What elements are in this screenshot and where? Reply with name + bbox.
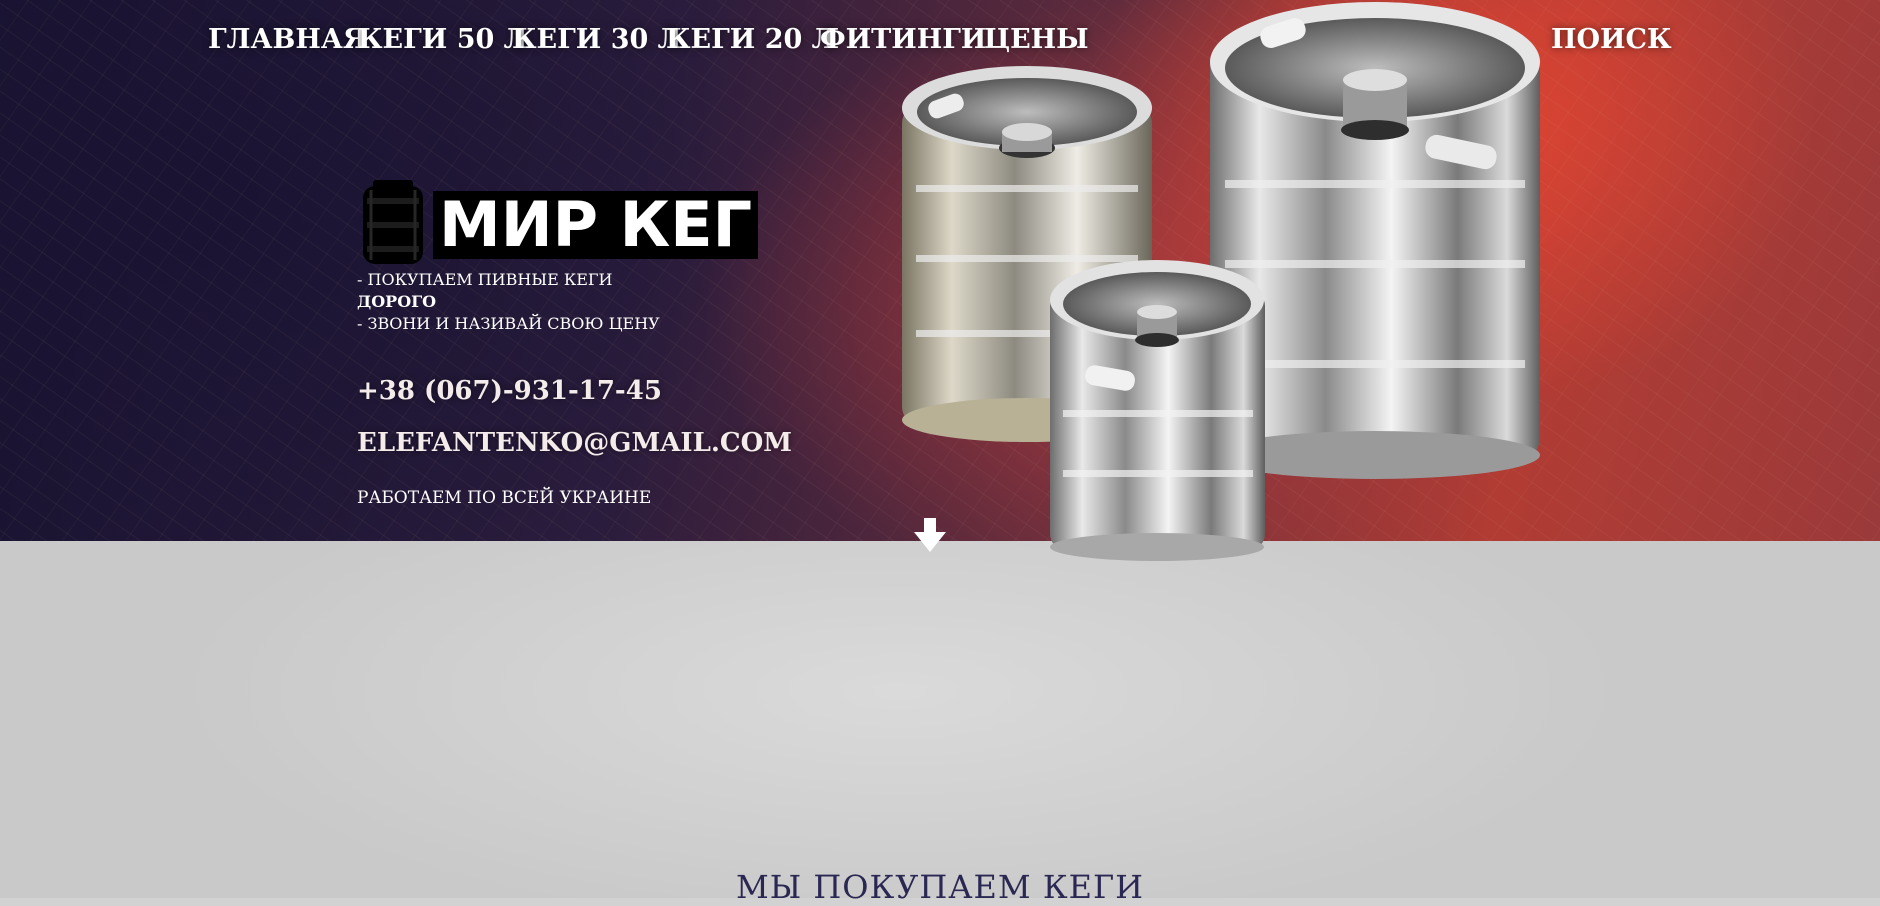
brand-logo[interactable]: МИР КЕГ: [357, 178, 759, 268]
brand-name: МИР КЕГ: [433, 191, 759, 259]
nav-item-kegs-20[interactable]: КЕГИ 20 Л: [666, 24, 836, 55]
tagline-expensive: ДОРОГО: [357, 292, 437, 311]
main-nav: ГЛАВНАЯ КЕГИ 50 Л КЕГИ 30 Л КЕГИ 20 Л ФИ…: [208, 24, 1880, 64]
tagline-buy: - ПОКУПАЕМ ПИВНЫЕ КЕГИ: [357, 270, 613, 289]
keg-20l: [1050, 260, 1265, 561]
nav-item-home[interactable]: ГЛАВНАЯ: [208, 24, 367, 55]
nav-item-kegs-50[interactable]: КЕГИ 50 Л: [358, 24, 528, 55]
coverage-text: РАБОТАЕМ ПО ВСЕЙ УКРАИНЕ: [357, 488, 652, 508]
nav-item-kegs-30[interactable]: КЕГИ 30 Л: [512, 24, 682, 55]
nav-item-prices[interactable]: ЦЕНЫ: [984, 24, 1089, 55]
kegs-image: [902, 2, 1540, 561]
section-title: МЫ ПОКУПАЕМ КЕГИ: [735, 868, 1145, 906]
scroll-down-arrow-icon[interactable]: [914, 518, 946, 552]
email-link[interactable]: ELEFANTENKO@GMAIL.COM: [357, 428, 792, 458]
search-link[interactable]: ПОИСК: [1551, 24, 1672, 55]
content-section: [0, 541, 1880, 898]
tagline-call: - ЗВОНИ И НАЗИВАЙ СВОЮ ЦЕНУ: [357, 314, 660, 333]
keg-icon: [363, 180, 423, 264]
nav-item-fittings[interactable]: ФИТИНГИ: [820, 24, 986, 55]
phone-link[interactable]: +38 (067)-931-17-45: [357, 376, 662, 406]
